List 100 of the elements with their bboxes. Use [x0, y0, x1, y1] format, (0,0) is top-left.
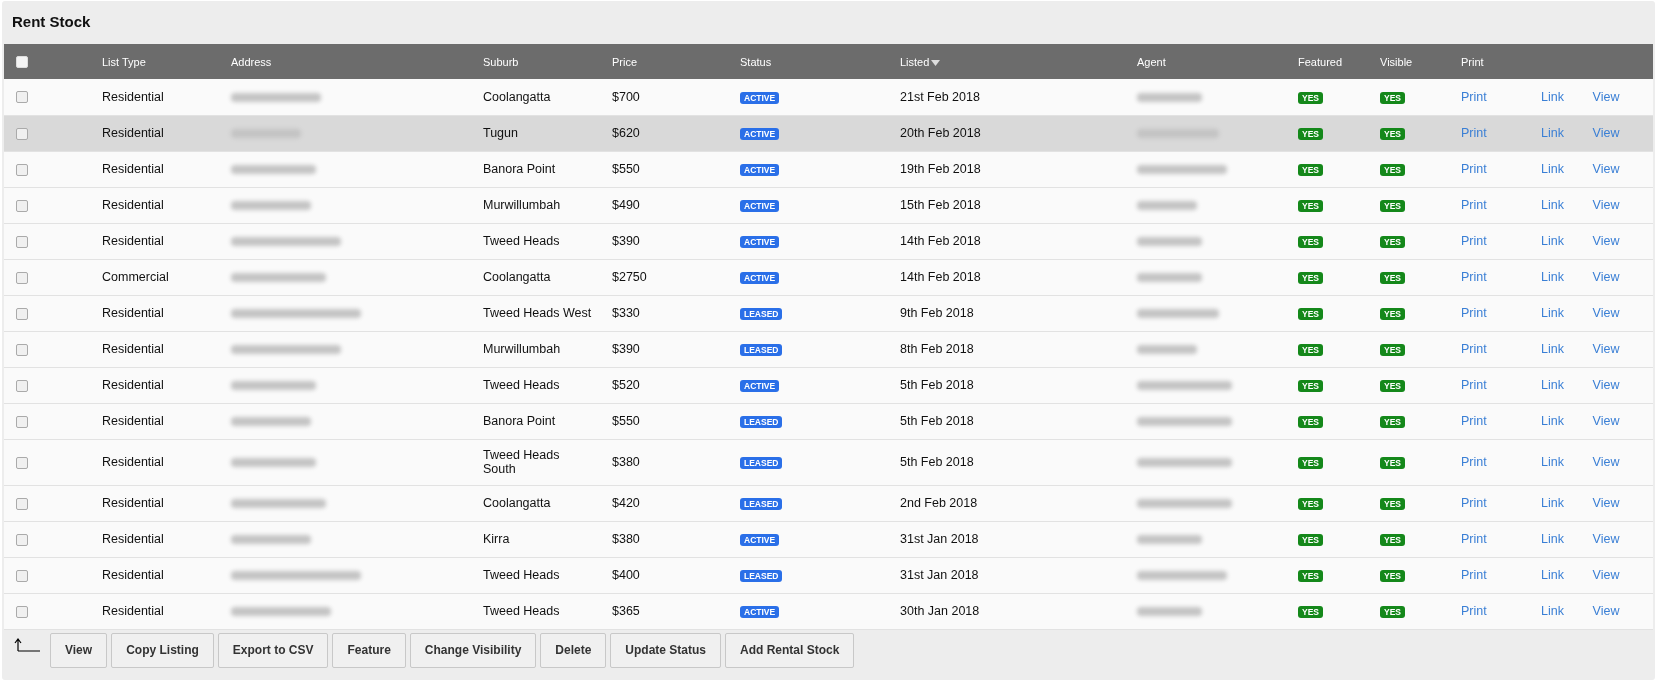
table-row[interactable]: Residential Murwillumbah $390 LEASED 8th Feb 2018 YES YES Print Link View: [4, 331, 1653, 367]
link-link[interactable]: Link: [1541, 414, 1564, 428]
action-button[interactable]: Delete: [540, 632, 607, 668]
view-link[interactable]: View: [1592, 270, 1620, 284]
view-link[interactable]: View: [1592, 378, 1620, 392]
select-all-checkbox[interactable]: [16, 56, 28, 69]
row-checkbox[interactable]: [16, 307, 28, 320]
column-header[interactable]: Listed: [900, 55, 941, 68]
link-link[interactable]: Link: [1541, 496, 1564, 510]
row-checkbox[interactable]: [16, 235, 28, 248]
print-link[interactable]: Print: [1461, 162, 1487, 176]
link-link[interactable]: Link: [1541, 270, 1564, 284]
row-checkbox[interactable]: [16, 163, 28, 176]
row-checkbox[interactable]: [16, 379, 28, 392]
row-checkbox[interactable]: [16, 199, 28, 212]
row-checkbox[interactable]: [16, 569, 28, 582]
view-link[interactable]: View: [1592, 162, 1620, 176]
print-link[interactable]: Print: [1461, 234, 1487, 248]
row-checkbox[interactable]: [16, 415, 28, 428]
table-row[interactable]: Residential Banora Point $550 ACTIVE 19th Feb 2018 YES YES Print Link View: [4, 151, 1653, 187]
column-header[interactable]: Featured: [1298, 55, 1343, 68]
action-button[interactable]: Export to CSV: [217, 632, 329, 668]
view-link[interactable]: View: [1592, 234, 1620, 248]
table-row[interactable]: Residential Coolangatta $420 LEASED 2nd Feb 2018 YES YES Print Link View: [4, 485, 1653, 521]
table-row[interactable]: Residential Coolangatta $700 ACTIVE 21st Feb 2018 YES YES Print Link View: [4, 79, 1653, 115]
print-link[interactable]: Print: [1461, 496, 1487, 510]
print-link[interactable]: Print: [1461, 414, 1487, 428]
table-row[interactable]: Residential Tweed Heads $390 ACTIVE 14th Feb 2018 YES YES Print Link View: [4, 223, 1653, 259]
row-checkbox[interactable]: [16, 533, 28, 546]
column-header[interactable]: Address: [231, 55, 272, 68]
row-checkbox[interactable]: [16, 127, 28, 140]
print-link[interactable]: Print: [1461, 198, 1487, 212]
column-header[interactable]: Price: [612, 55, 638, 68]
row-checkbox[interactable]: [16, 91, 28, 104]
action-button[interactable]: Feature: [332, 632, 406, 668]
view-link[interactable]: View: [1592, 532, 1620, 546]
print-link[interactable]: Print: [1461, 270, 1487, 284]
view-link[interactable]: View: [1592, 496, 1620, 510]
row-checkbox[interactable]: [16, 271, 28, 284]
blurred-text: [1137, 535, 1202, 545]
visible-badge: YES: [1380, 163, 1405, 177]
table-row[interactable]: Residential Kirra $380 ACTIVE 31st Jan 2018 YES YES Print Link View: [4, 521, 1653, 557]
print-link[interactable]: Print: [1461, 126, 1487, 140]
view-link[interactable]: View: [1592, 455, 1620, 469]
print-link[interactable]: Print: [1461, 306, 1487, 320]
column-header[interactable]: Status: [740, 55, 772, 68]
view-link[interactable]: View: [1592, 306, 1620, 320]
view-link[interactable]: View: [1592, 568, 1620, 582]
column-header[interactable]: Agent: [1137, 55, 1166, 68]
link-link[interactable]: Link: [1541, 234, 1564, 248]
link-link[interactable]: Link: [1541, 532, 1564, 546]
table-row[interactable]: Commercial Coolangatta $2750 ACTIVE 14th Feb 2018 YES YES Print Link View: [4, 259, 1653, 295]
featured-badge: YES: [1298, 127, 1323, 141]
print-link[interactable]: Print: [1461, 604, 1487, 618]
table-row[interactable]: Residential Tweed Heads $400 LEASED 31st Jan 2018 YES YES Print Link View: [4, 557, 1653, 593]
status-badge: ACTIVE: [740, 235, 780, 249]
print-link[interactable]: Print: [1461, 89, 1487, 104]
row-checkbox[interactable]: [16, 497, 28, 510]
link-link[interactable]: Link: [1541, 198, 1564, 212]
view-link[interactable]: View: [1592, 342, 1620, 356]
row-checkbox[interactable]: [16, 605, 28, 618]
table-row[interactable]: Residential Tweed Heads $520 ACTIVE 5th Feb 2018 YES YES Print Link View: [4, 367, 1653, 403]
listed-date-cell: 8th Feb 2018: [900, 342, 974, 356]
column-header[interactable]: List Type: [102, 55, 146, 68]
link-link[interactable]: Link: [1541, 378, 1564, 392]
row-checkbox[interactable]: [16, 343, 28, 356]
link-link[interactable]: Link: [1541, 126, 1564, 140]
action-button[interactable]: Update Status: [610, 632, 722, 668]
action-button[interactable]: Change Visibility: [409, 632, 537, 668]
table-row[interactable]: Residential Banora Point $550 LEASED 5th Feb 2018 YES YES Print Link View: [4, 403, 1653, 439]
view-link[interactable]: View: [1592, 604, 1620, 618]
price-cell: $520: [612, 378, 640, 392]
print-link[interactable]: Print: [1461, 455, 1487, 469]
action-button[interactable]: View: [50, 632, 108, 668]
link-link[interactable]: Link: [1541, 162, 1564, 176]
link-link[interactable]: Link: [1541, 89, 1564, 104]
row-checkbox[interactable]: [16, 456, 28, 469]
print-link[interactable]: Print: [1461, 342, 1487, 356]
action-button[interactable]: Copy Listing: [111, 632, 214, 668]
column-header[interactable]: Suburb: [483, 55, 519, 68]
table-row[interactable]: Residential Tweed Heads West $330 LEASED 9th Feb 2018 YES YES Print Link View: [4, 295, 1653, 331]
link-link[interactable]: Link: [1541, 604, 1564, 618]
view-link[interactable]: View: [1592, 414, 1620, 428]
table-row[interactable]: Residential Tweed Heads South $380 LEASED 5th Feb 2018 YES YES Print Link View: [4, 439, 1653, 485]
print-link[interactable]: Print: [1461, 378, 1487, 392]
column-header[interactable]: Visible: [1380, 55, 1413, 68]
table-row[interactable]: Residential Murwillumbah $490 ACTIVE 15th Feb 2018 YES YES Print Link View: [4, 187, 1653, 223]
table-row[interactable]: Residential Tweed Heads $365 ACTIVE 30th Jan 2018 YES YES Print Link View: [4, 593, 1653, 629]
print-link[interactable]: Print: [1461, 568, 1487, 582]
view-link[interactable]: View: [1592, 89, 1620, 104]
link-link[interactable]: Link: [1541, 568, 1564, 582]
column-header[interactable]: Print: [1461, 55, 1484, 68]
link-link[interactable]: Link: [1541, 342, 1564, 356]
view-link[interactable]: View: [1592, 126, 1620, 140]
link-link[interactable]: Link: [1541, 455, 1564, 469]
print-link[interactable]: Print: [1461, 532, 1487, 546]
visible-badge: YES: [1380, 127, 1405, 141]
view-link[interactable]: View: [1592, 198, 1620, 212]
action-button[interactable]: Add Rental Stock: [725, 632, 855, 668]
link-link[interactable]: Link: [1541, 306, 1564, 320]
